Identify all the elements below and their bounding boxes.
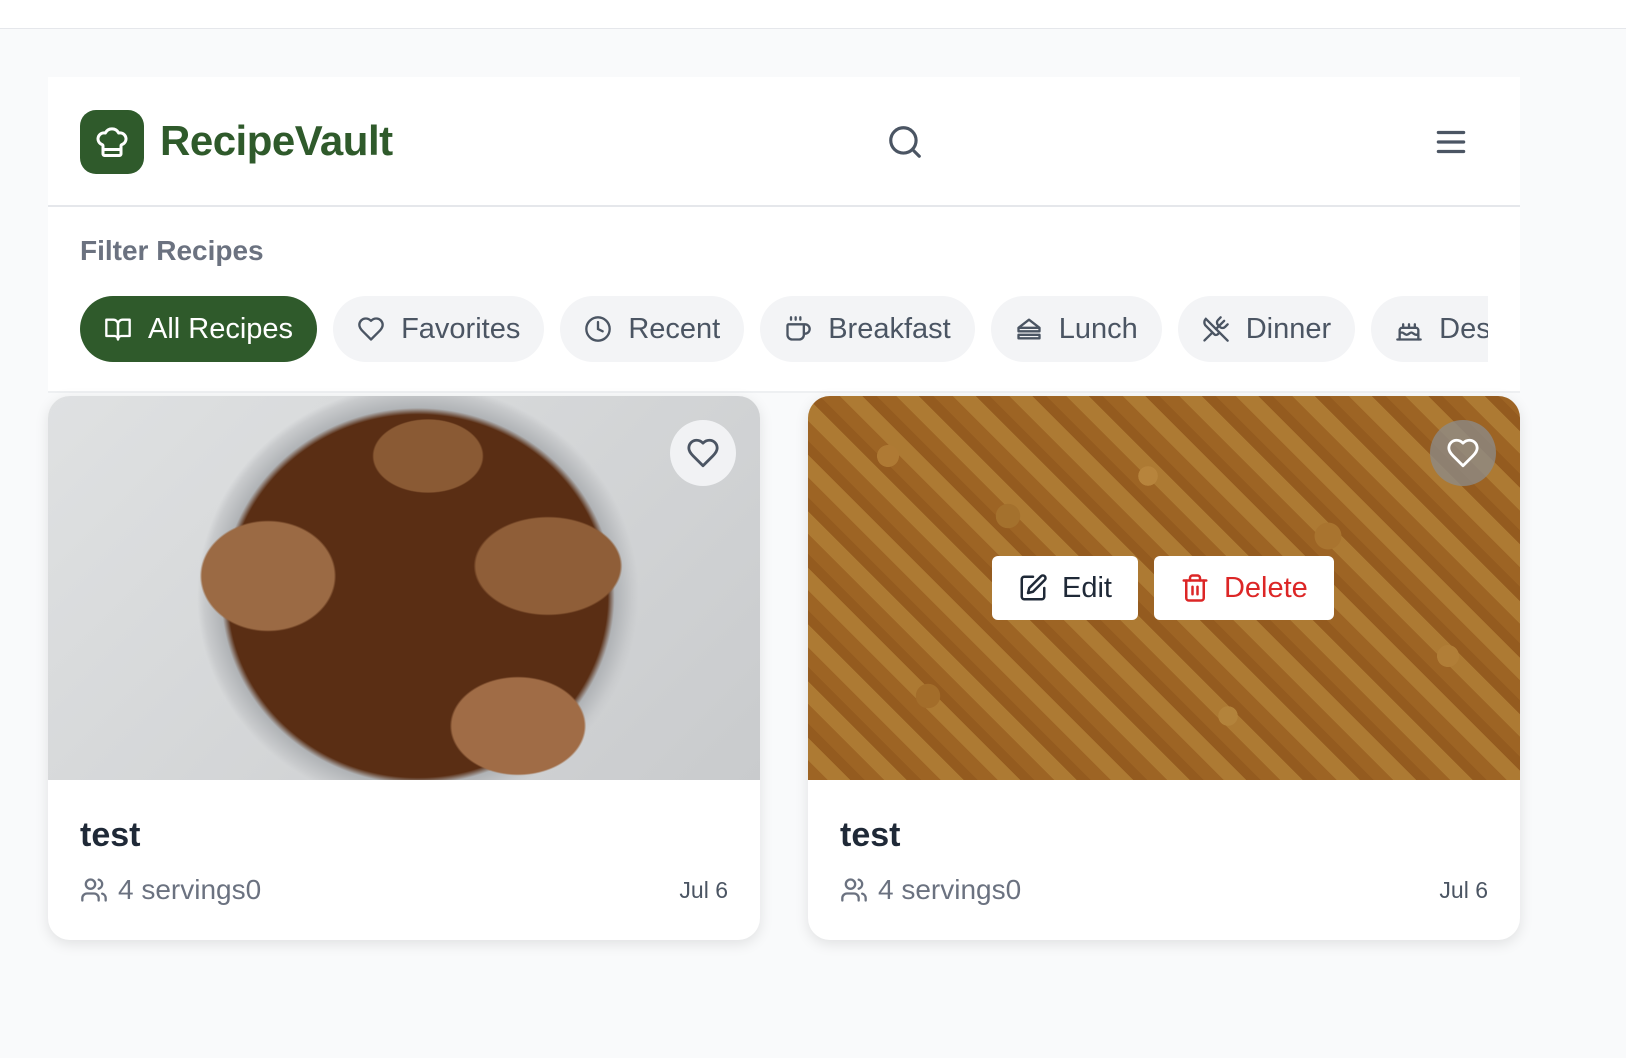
recipe-image[interactable] bbox=[48, 396, 760, 780]
recipe-date: Jul 6 bbox=[1439, 876, 1488, 903]
chip-label: Favorites bbox=[401, 312, 521, 345]
coffee-icon bbox=[786, 316, 811, 341]
favorite-button[interactable] bbox=[1430, 420, 1496, 486]
chip-label: Recent bbox=[628, 312, 721, 345]
chip-recent[interactable]: Recent bbox=[560, 296, 745, 362]
search-icon bbox=[889, 126, 921, 158]
recipe-grid: test 4 servings0 Jul 6 Edit Delete test … bbox=[48, 396, 1520, 940]
chip-label: All Recipes bbox=[148, 312, 294, 345]
recipe-title[interactable]: test bbox=[80, 814, 728, 856]
heart-icon bbox=[1447, 438, 1479, 468]
recipe-card[interactable]: Edit Delete test 4 servings0 Jul 6 bbox=[808, 396, 1520, 940]
filter-chip-row[interactable]: All Recipes Favorites Recent Breakfast L… bbox=[80, 296, 1488, 362]
book-open-icon bbox=[105, 318, 131, 341]
chip-label: Dinner bbox=[1245, 312, 1332, 345]
recipe-photo bbox=[48, 396, 760, 780]
chip-all-recipes[interactable]: All Recipes bbox=[80, 296, 318, 362]
chip-label: Desserts bbox=[1439, 312, 1488, 345]
card-actions: Edit Delete bbox=[992, 556, 1334, 620]
trash-icon bbox=[1182, 574, 1208, 602]
utensils-crossed-icon bbox=[1203, 316, 1229, 342]
recipe-title[interactable]: test bbox=[840, 814, 1488, 856]
chip-lunch[interactable]: Lunch bbox=[990, 296, 1162, 362]
servings-text: 4 servings0 bbox=[118, 874, 262, 905]
recipe-meta: 4 servings0 Jul 6 bbox=[80, 874, 728, 906]
app-container: RecipeVault Filter Recipes All Recipes F… bbox=[48, 77, 1520, 393]
chip-favorites[interactable]: Favorites bbox=[333, 296, 545, 362]
servings-text: 4 servings0 bbox=[878, 874, 1022, 905]
chip-breakfast[interactable]: Breakfast bbox=[760, 296, 975, 362]
favorite-button[interactable] bbox=[670, 420, 736, 486]
chip-dinner[interactable]: Dinner bbox=[1177, 296, 1356, 362]
users-icon bbox=[841, 878, 867, 902]
recipe-date: Jul 6 bbox=[679, 876, 728, 903]
browser-top-bar bbox=[0, 0, 1626, 29]
chip-label: Lunch bbox=[1058, 312, 1138, 345]
delete-button[interactable]: Delete bbox=[1153, 556, 1334, 620]
servings: 4 servings0 bbox=[80, 874, 261, 906]
clock-icon bbox=[585, 316, 612, 342]
card-body: test 4 servings0 Jul 6 bbox=[80, 814, 728, 906]
edit-icon bbox=[1020, 574, 1047, 601]
menu-button[interactable] bbox=[1428, 119, 1474, 165]
menu-icon bbox=[1436, 130, 1466, 154]
servings: 4 servings0 bbox=[840, 874, 1021, 906]
recipe-meta: 4 servings0 Jul 6 bbox=[840, 874, 1488, 906]
filter-section: Filter Recipes All Recipes Favorites Rec… bbox=[48, 207, 1520, 393]
sandwich-icon bbox=[1017, 318, 1041, 340]
chef-hat-icon bbox=[96, 127, 128, 157]
filter-title: Filter Recipes bbox=[80, 235, 264, 266]
chip-label: Breakfast bbox=[828, 312, 951, 345]
edit-button[interactable]: Edit bbox=[992, 556, 1138, 620]
brand-name[interactable]: RecipeVault bbox=[160, 113, 393, 169]
edit-label: Edit bbox=[1062, 571, 1112, 604]
chip-desserts[interactable]: Desserts bbox=[1371, 296, 1488, 362]
heart-icon bbox=[358, 317, 384, 341]
users-icon bbox=[81, 878, 107, 902]
logo[interactable] bbox=[80, 110, 144, 174]
card-body: test 4 servings0 Jul 6 bbox=[840, 814, 1488, 906]
recipe-card[interactable]: test 4 servings0 Jul 6 bbox=[48, 396, 760, 940]
app-header: RecipeVault bbox=[48, 77, 1520, 207]
heart-icon bbox=[687, 438, 719, 468]
delete-label: Delete bbox=[1223, 571, 1308, 604]
recipe-image[interactable]: Edit Delete bbox=[808, 396, 1520, 780]
search-button[interactable] bbox=[882, 119, 928, 165]
cake-icon bbox=[1396, 323, 1423, 341]
